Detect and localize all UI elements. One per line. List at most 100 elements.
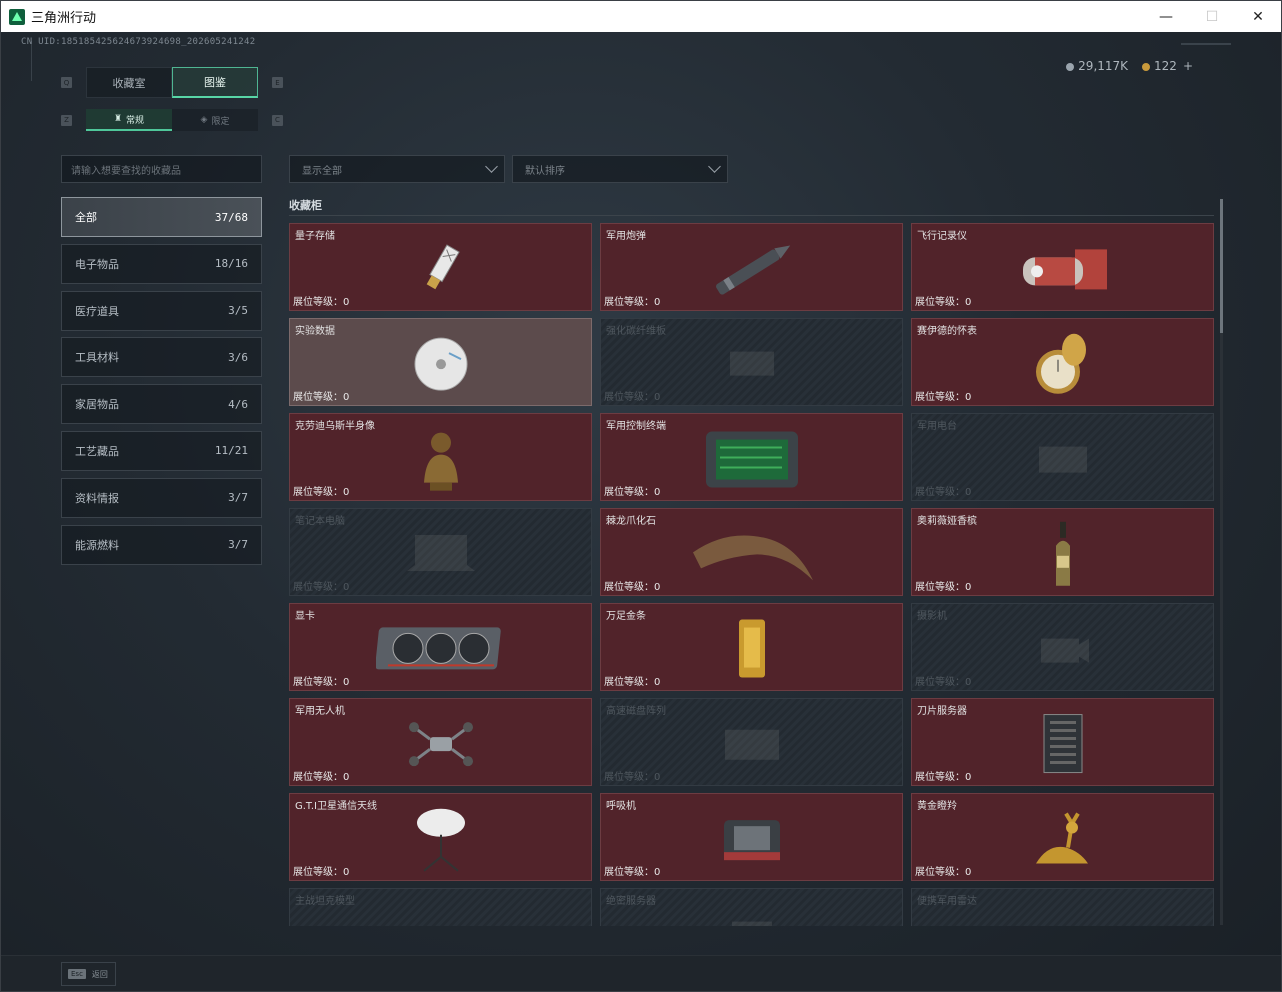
collection-item-card[interactable]: 军用电台 展位等级：0 [911,413,1214,501]
booth-level: 展位等级：0 [604,677,661,688]
category-tools[interactable]: 工具材料 3/6 [61,337,262,378]
category-crafts[interactable]: 工艺藏品 11/21 [61,430,262,471]
collection-item-card[interactable]: 量子存储 展位等级：0 [289,223,592,311]
item-name: 显卡 [295,611,315,622]
subtab-prev-key[interactable]: Z [61,114,72,126]
collection-item-card[interactable]: 绝密服务器 [600,888,903,926]
collection-item-card[interactable]: 显卡展位等级：0 [289,603,592,691]
scrollbar[interactable] [1220,199,1223,925]
sort-dropdown[interactable]: 默认排序 [512,155,728,183]
booth-level: 展位等级：0 [604,582,661,593]
currency-display: 29,117K 122 + [1066,59,1193,73]
main-tabs: Q 收藏室 图鉴 E [61,67,283,98]
bottom-bar [1,955,1281,991]
tab-prev-key[interactable]: Q [61,77,72,88]
subtab-next-key[interactable]: C [272,114,283,126]
game-window: 三角洲行动 — ☐ ✕ CN UID:1851854256246739246​9… [0,0,1282,992]
display-filter-dropdown[interactable]: 显示全部 [289,155,505,183]
category-household[interactable]: 家居物品 4/6 [61,384,262,425]
scrollbar-thumb[interactable] [1220,199,1223,333]
collection-grid: 量子存储 展位等级：0 军用炮弹 展位等级：0 飞行记录仪 展位等级：0 实验数据 展位等级：… [289,223,1214,926]
booth-level: 展位等级：0 [293,772,350,783]
coin-balance: 29,117K [1066,59,1128,73]
booth-level: 展位等级：0 [604,297,661,308]
carbon-plate-icon [722,344,782,384]
pocket-watch-icon [1028,330,1098,400]
item-name: 棘龙爪化石 [606,516,656,527]
gold-gazelle-icon [1028,808,1098,872]
collection-item-card[interactable]: 克劳迪乌斯半身像 展位等级：0 [289,413,592,501]
tab-next-key[interactable]: E [272,77,283,88]
booth-level: 展位等级：0 [293,867,350,878]
item-name: 万足金条 [606,611,646,622]
category-intel[interactable]: 资料情报 3/7 [61,477,262,518]
category-list: 全部 37/68 电子物品 18/16 医疗道具 3/5 工具材料 3/6 家居物品 4/… [61,197,262,571]
graphics-card-icon [375,619,506,679]
decorative-line [31,41,35,81]
booth-level: 展位等级：0 [604,392,661,403]
collection-item-card[interactable]: 军用炮弹 展位等级：0 [600,223,903,311]
item-name: 军用无人机 [295,706,345,717]
ventilator-icon [720,812,784,866]
collection-item-card[interactable]: 刀片服务器 展位等级：0 [911,698,1214,786]
blade-server-icon [1036,713,1090,777]
booth-level: 展位等级：0 [915,297,972,308]
booth-level: 展位等级：0 [915,772,972,783]
item-name: 笔记本电脑 [295,516,345,527]
collection-item-card[interactable]: 赛伊德的怀表 展位等级：0 [911,318,1214,406]
collection-item-card[interactable]: 奥莉薇娅香槟 展位等级：0 [911,508,1214,596]
gold-bar-icon [735,618,769,682]
bust-statue-icon [416,427,466,493]
item-name: 军用电台 [917,421,957,432]
tab-catalog[interactable]: 图鉴 [172,67,258,98]
search-input[interactable]: 请输入想要查找的收藏品 [61,155,262,183]
collection-item-card[interactable]: 飞行记录仪 展位等级：0 [911,223,1214,311]
collection-item-card[interactable]: 实验数据 展位等级：0 [289,318,592,406]
collection-item-card[interactable]: 万足金条展位等级：0 [600,603,903,691]
artillery-shell-icon [702,239,802,299]
collection-item-card[interactable]: 主战坦克模型 [289,888,592,926]
category-medical[interactable]: 医疗道具 3/5 [61,290,262,331]
disk-array-icon [717,722,787,766]
minimize-button[interactable]: — [1143,1,1189,32]
decorative-line [1181,43,1231,45]
collection-item-card[interactable]: 强化碳纤维板 展位等级：0 [600,318,903,406]
item-name: 量子存储 [295,231,335,242]
laptop-icon [401,529,481,579]
window-controls: — ☐ ✕ [1143,1,1281,32]
category-energy[interactable]: 能源燃料 3/7 [61,524,262,565]
collection-item-card[interactable]: 棘龙爪化石展位等级：0 [600,508,903,596]
collection-item-card[interactable]: G.T.I卫星通信天线 展位等级：0 [289,793,592,881]
item-name: 摄影机 [917,611,947,622]
satellite-dish-icon [414,805,468,875]
category-electronics[interactable]: 电子物品 18/16 [61,243,262,284]
subtab-limited[interactable]: ◈ 限定 [172,109,258,131]
limited-icon: ◈ [200,115,208,125]
maximize-button[interactable]: ☐ [1189,1,1235,32]
booth-level: 展位等级：0 [915,677,972,688]
sub-tabs: Z ♜ 常规 ◈ 限定 C [61,109,283,131]
collection-item-card[interactable]: 摄影机展位等级：0 [911,603,1214,691]
booth-level: 展位等级：0 [293,677,350,688]
collection-item-card[interactable]: 黄金瞪羚 展位等级：0 [911,793,1214,881]
subtab-regular[interactable]: ♜ 常规 [86,109,172,131]
back-button[interactable]: Esc 返回 [61,962,116,986]
collection-item-card[interactable]: 呼吸机 展位等级：0 [600,793,903,881]
collection-item-card[interactable]: 笔记本电脑 展位等级：0 [289,508,592,596]
category-all[interactable]: 全部 37/68 [61,197,262,237]
collection-item-card[interactable]: 军用无人机展位等级：0 [289,698,592,786]
booth-level: 展位等级：0 [915,867,972,878]
tab-collection-room[interactable]: 收藏室 [86,67,172,98]
close-button[interactable]: ✕ [1235,1,1281,32]
window-title: 三角洲行动 [31,11,97,26]
add-currency-button[interactable]: + [1183,59,1193,73]
tank-model-icon [411,914,471,926]
collection-item-card[interactable]: 便携军用雷达 [911,888,1214,926]
booth-level: 展位等级：0 [915,392,972,403]
booth-level: 展位等级：0 [293,392,350,403]
flight-recorder-icon [1013,239,1113,299]
collection-item-card[interactable]: 军用控制终端 展位等级：0 [600,413,903,501]
section-title: 收藏柜 [289,199,322,212]
collection-item-card[interactable]: 高速磁盘阵列 展位等级：0 [600,698,903,786]
server-icon [722,914,782,926]
